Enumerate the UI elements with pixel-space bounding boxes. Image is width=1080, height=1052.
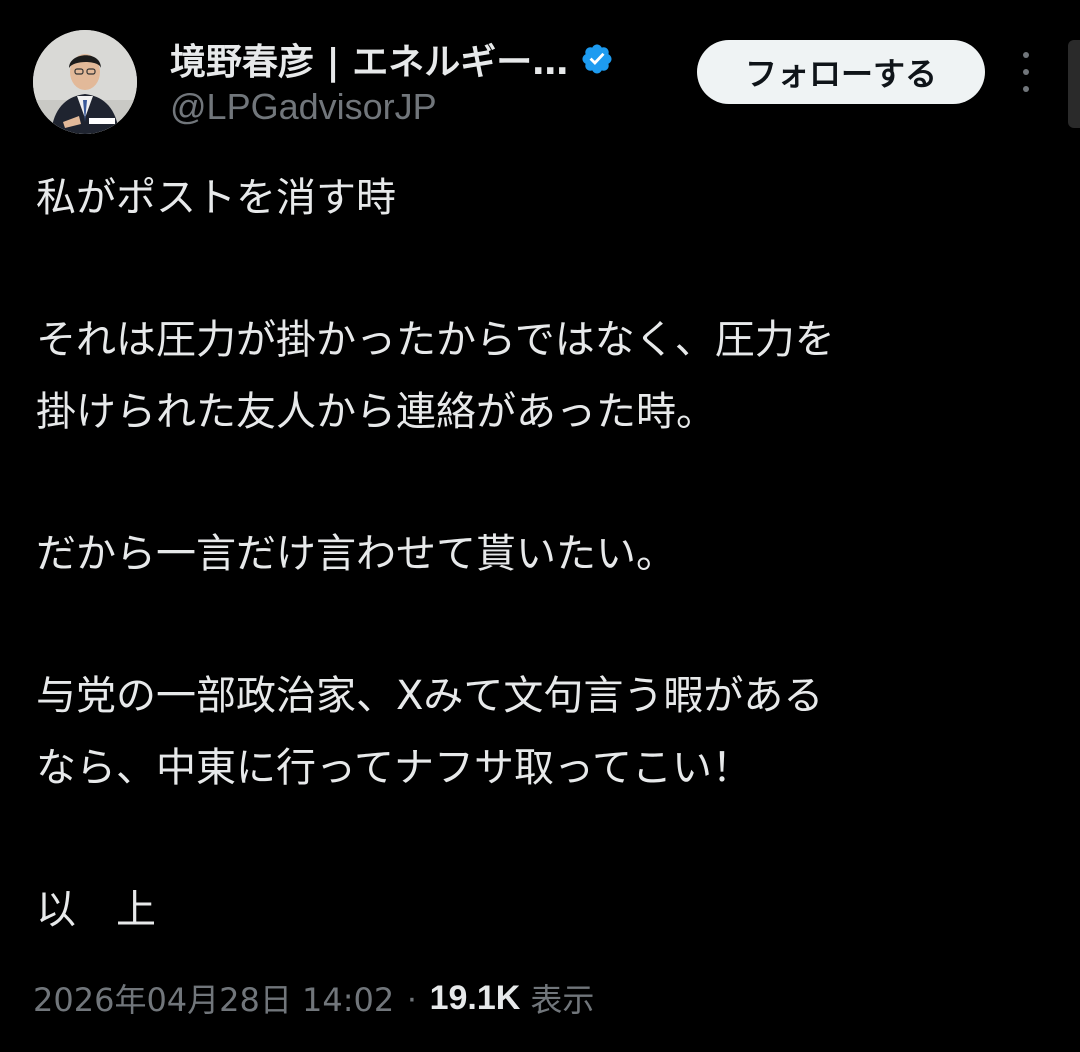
author-info: 境野春彦 | エネルギー… @LPGadvisorJP (170, 36, 690, 128)
tweet-timestamp[interactable]: 2026年04月28日 14:02 (33, 975, 394, 1021)
tweet-line: 掛けられた友人から連絡があった時。 (36, 389, 716, 435)
more-dot (1023, 86, 1029, 92)
meta-separator: · (406, 978, 418, 1017)
adjacent-panel-edge (1068, 40, 1080, 128)
views-label: 表示 (530, 981, 595, 1019)
follow-button[interactable]: フォローする (697, 40, 985, 104)
avatar-photo (33, 30, 137, 134)
author-avatar[interactable] (33, 30, 137, 134)
tweet-line: だから一言だけ言わせて貰いたい。 (36, 531, 676, 577)
author-display-name[interactable]: 境野春彦 | エネルギー… (170, 33, 568, 85)
tweet-line: 与党の一部政治家、Xみて文句言う暇がある (36, 673, 824, 719)
verified-badge-icon (582, 44, 612, 74)
tweet-text: 私がポストを消す時 それは圧力が掛かったからではなく、圧力を 掛けられた友人から… (36, 162, 1046, 946)
tweet-meta: 2026年04月28日 14:02 · 19.1K 表示 (33, 970, 594, 1026)
more-dot (1023, 69, 1029, 75)
more-dot (1023, 52, 1029, 58)
author-handle[interactable]: @LPGadvisorJP (170, 86, 690, 128)
views-count[interactable]: 19.1K (430, 979, 521, 1018)
tweet-line: 以 上 (36, 887, 156, 933)
more-options-icon[interactable] (1012, 52, 1040, 92)
display-name-row: 境野春彦 | エネルギー… (170, 33, 690, 85)
tweet-line: なら、中東に行ってナフサ取ってこい！ (36, 745, 752, 791)
tweet-header: 境野春彦 | エネルギー… @LPGadvisorJP フォローする (0, 0, 1080, 140)
tweet-line: それは圧力が掛かったからではなく、圧力を (36, 317, 835, 363)
tweet-line: 私がポストを消す時 (36, 175, 396, 221)
